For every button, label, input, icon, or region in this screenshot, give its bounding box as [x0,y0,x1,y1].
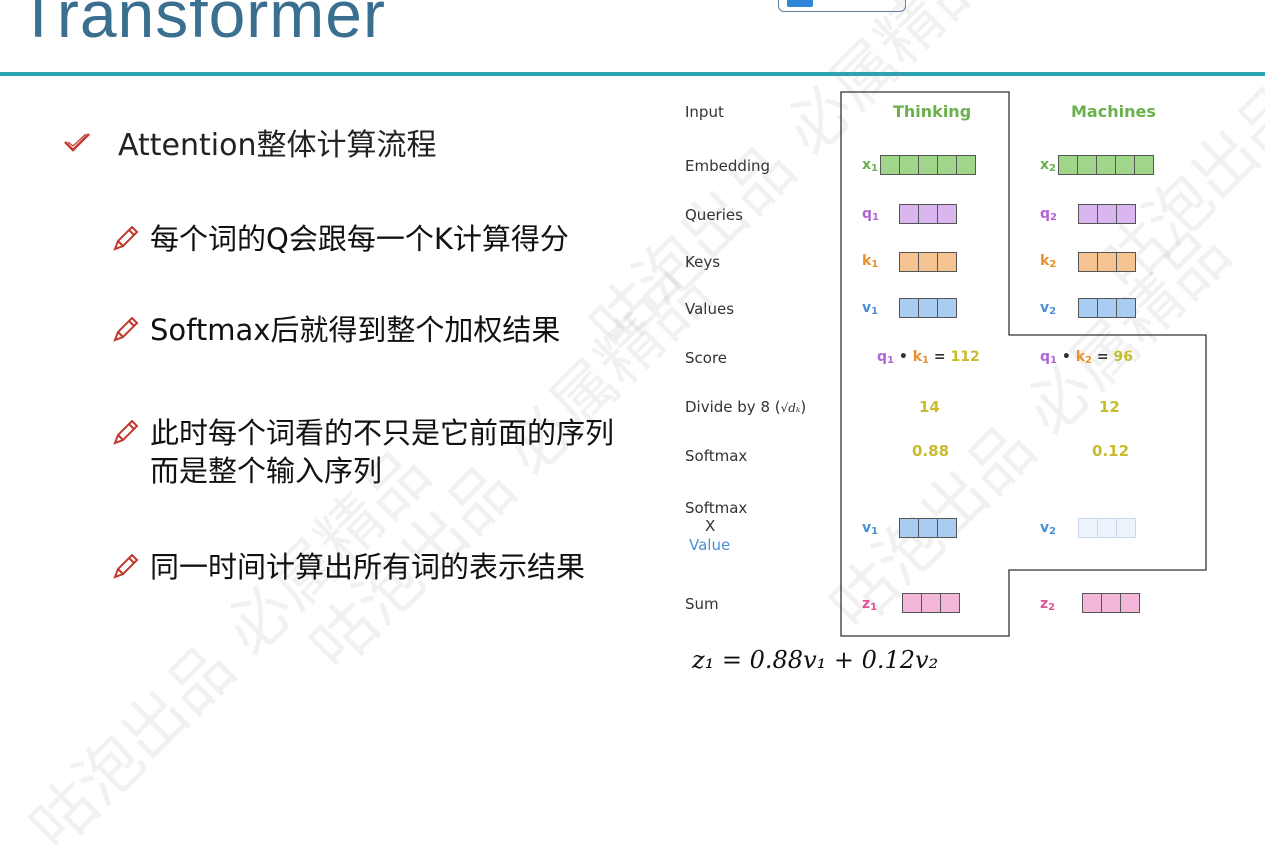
row-label-input: Input [685,103,724,121]
weighted-value-label: v2 [1040,520,1057,537]
row-label-divide: Divide by 8 (√dₖ) [685,398,806,416]
key-label: k1 [862,253,879,270]
softmax-value: 0.88 [912,442,950,460]
weighted-value-vector [1078,518,1136,538]
embedding-vector [1058,155,1154,175]
divided-score: 12 [1099,398,1120,416]
row-label-embedding: Embedding [685,157,771,175]
value-vector [1078,298,1136,318]
embedding-vector [880,155,976,175]
output-formula: z₁ = 0.88v₁ + 0.12v₂ [692,646,939,674]
row-label-values: Values [685,300,735,318]
key-vector [899,252,957,272]
query-vector [1078,204,1136,224]
embedding-label: x1 [862,157,878,174]
softmax-value: 0.12 [1092,442,1130,460]
score-expression: q1 • k1 = 112 [877,349,980,366]
query-vector [899,204,957,224]
key-vector [1078,252,1136,272]
weighted-value-label: v1 [862,520,879,537]
divide-text: Divide by 8 ( [685,398,781,416]
row-label-keys: Keys [685,253,721,271]
query-label: q2 [1040,206,1057,223]
key-label: k2 [1040,253,1057,270]
value-vector [899,298,957,318]
divide-close: ) [800,398,807,416]
softmax-x-value-line-3: Value [689,536,731,554]
column-word-machines: Machines [1071,102,1156,121]
row-label-softmax-x-value: Softmax X Value [685,497,747,556]
embedding-label: x2 [1040,157,1056,174]
row-label-sum: Sum [685,595,719,613]
divided-score: 14 [919,398,940,416]
row-label-score: Score [685,349,728,367]
output-vector [902,593,960,613]
weighted-value-vector [899,518,957,538]
row-label-queries: Queries [685,206,743,224]
value-label: v2 [1040,300,1057,317]
output-vector [1082,593,1140,613]
softmax-x-value-line-1: Softmax [685,499,748,517]
sqrt-dk: √dₖ [780,401,801,415]
output-label: z2 [1040,596,1056,613]
score-expression: q1 • k2 = 96 [1040,349,1133,366]
row-label-softmax: Softmax [685,447,748,465]
column-word-thinking: Thinking [893,102,972,121]
query-label: q1 [862,206,879,223]
value-label: v1 [862,300,879,317]
output-label: z1 [862,596,878,613]
